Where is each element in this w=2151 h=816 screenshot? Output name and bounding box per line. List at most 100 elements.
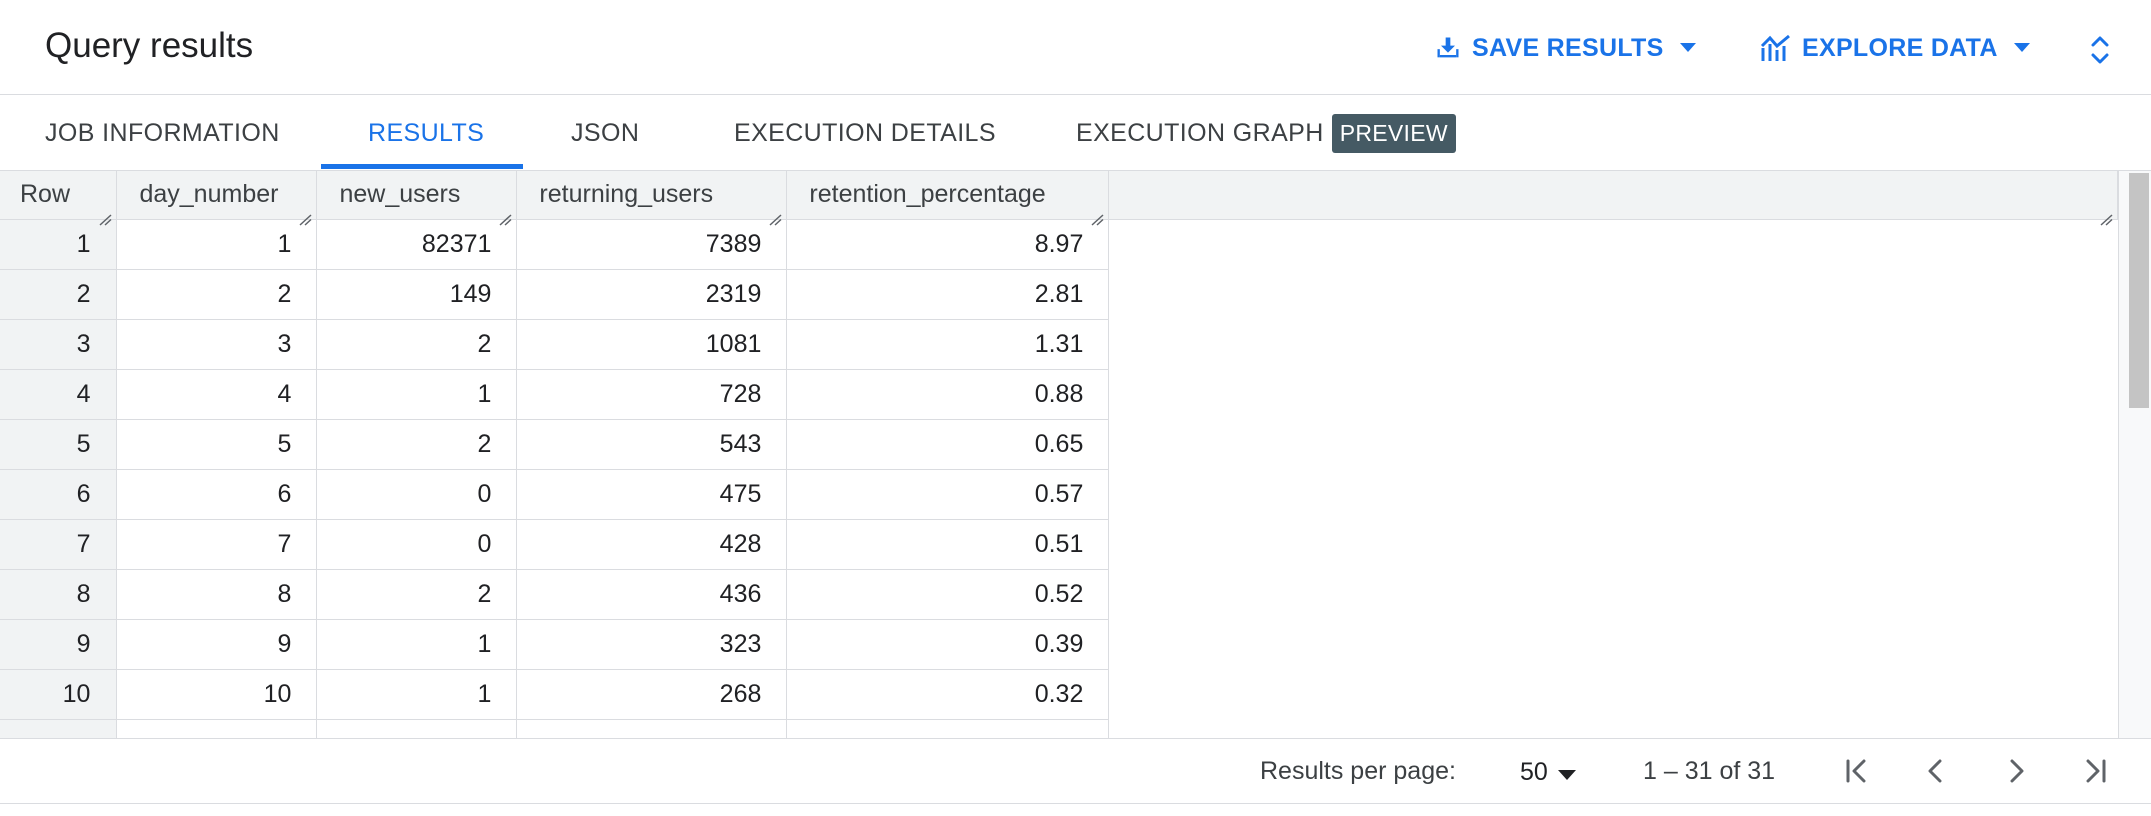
explore-data-button[interactable]: EXPLORE DATA (1760, 28, 2030, 68)
partial-cell (0, 719, 118, 738)
column-resize-icon[interactable] (98, 204, 112, 226)
partial-cell (116, 719, 318, 738)
cell-returning-users[interactable]: 728 (516, 369, 788, 420)
cell-returning-users[interactable]: 475 (516, 469, 788, 520)
cell-new-users[interactable]: 149 (316, 269, 518, 320)
chevron-right-icon[interactable] (1996, 751, 2036, 791)
column-resize-icon[interactable] (1090, 204, 1104, 226)
cell-retention-percentage[interactable]: 2.81 (786, 269, 1110, 320)
cell-returning-users[interactable]: 323 (516, 619, 788, 670)
cell-retention-percentage[interactable]: 1.31 (786, 319, 1110, 370)
explore-data-label: EXPLORE DATA (1802, 33, 1998, 62)
cell-retention-percentage[interactable]: 0.57 (786, 469, 1110, 520)
cell-day-number[interactable]: 9 (116, 619, 318, 670)
cell-retention-percentage[interactable]: 0.32 (786, 669, 1110, 720)
table-row[interactable]: 8 8 2 436 0.52 (0, 569, 2118, 620)
cell-day-number[interactable]: 5 (116, 419, 318, 470)
table-row[interactable]: 3 3 2 1081 1.31 (0, 319, 2118, 370)
cell-retention-percentage[interactable]: 0.51 (786, 519, 1110, 570)
cell-retention-percentage[interactable]: 0.39 (786, 619, 1110, 670)
cell-new-users[interactable]: 1 (316, 369, 518, 420)
table-header-row: Row day_number new_users returning_users ret… (0, 171, 2118, 226)
table-row[interactable]: 7 7 0 428 0.51 (0, 519, 2118, 570)
row-number-cell[interactable]: 6 (0, 469, 118, 520)
table-row[interactable]: 5 5 2 543 0.65 (0, 419, 2118, 470)
cell-new-users[interactable]: 2 (316, 419, 518, 470)
row-filler (1109, 269, 2118, 319)
cell-returning-users[interactable]: 2319 (516, 269, 788, 320)
cell-new-users[interactable]: 1 (316, 619, 518, 670)
column-header-new-users[interactable]: new_users (316, 171, 518, 226)
column-header-day-number[interactable]: day_number (116, 171, 318, 226)
table-row[interactable]: 6 6 0 475 0.57 (0, 469, 2118, 520)
column-header-row[interactable]: Row (0, 171, 118, 226)
results-grid[interactable]: Row day_number new_users returning_users ret… (0, 171, 2118, 738)
tab-execution-graph[interactable]: EXECUTION GRAPH PREVIEW (1076, 95, 1456, 171)
column-header-returning-users[interactable]: returning_users (516, 171, 788, 226)
column-header-retention-percentage[interactable]: retention_percentage (786, 171, 1110, 226)
results-per-page-select[interactable]: 50 (1520, 753, 1576, 791)
cell-day-number[interactable]: 2 (116, 269, 318, 320)
cell-day-number[interactable]: 10 (116, 669, 318, 720)
row-number-cell[interactable]: 4 (0, 369, 118, 420)
row-number-cell[interactable]: 7 (0, 519, 118, 570)
cell-day-number[interactable]: 8 (116, 569, 318, 620)
table-row[interactable]: 10 10 1 268 0.32 (0, 669, 2118, 720)
tab-results[interactable]: RESULTS (368, 95, 484, 171)
column-resize-icon[interactable] (498, 204, 512, 226)
chevron-left-icon[interactable] (1916, 751, 1956, 791)
cell-new-users[interactable]: 1 (316, 669, 518, 720)
row-number-cell[interactable]: 8 (0, 569, 118, 620)
cell-retention-percentage[interactable]: 0.88 (786, 369, 1110, 420)
column-resize-icon[interactable] (298, 204, 312, 226)
save-results-button[interactable]: SAVE RESULTS (1434, 28, 1696, 68)
cell-returning-users[interactable]: 1081 (516, 319, 788, 370)
tab-job-information[interactable]: JOB INFORMATION (45, 95, 280, 171)
row-number-cell[interactable]: 10 (0, 669, 118, 720)
cell-new-users[interactable]: 2 (316, 569, 518, 620)
cell-returning-users[interactable]: 7389 (516, 219, 788, 270)
cell-new-users[interactable]: 82371 (316, 219, 518, 270)
cell-returning-users[interactable]: 428 (516, 519, 788, 570)
cell-new-users[interactable]: 0 (316, 519, 518, 570)
row-number-cell[interactable]: 2 (0, 269, 118, 320)
table-row[interactable]: 2 2 149 2319 2.81 (0, 269, 2118, 320)
cell-retention-percentage[interactable]: 0.65 (786, 419, 1110, 470)
table-body: 1 1 82371 7389 8.97 2 2 149 2319 2.81 3 3 2 1081 1.31 4… (0, 219, 2118, 738)
results-per-page-label: Results per page: (1260, 757, 1456, 785)
caret-down-icon (1548, 758, 1576, 787)
column-header-label: new_users (339, 180, 461, 209)
cell-returning-users[interactable]: 543 (516, 419, 788, 470)
row-number-cell[interactable]: 9 (0, 619, 118, 670)
cell-day-number[interactable]: 7 (116, 519, 318, 570)
cell-new-users[interactable]: 2 (316, 319, 518, 370)
row-number-cell[interactable]: 1 (0, 219, 118, 270)
table-row[interactable]: 1 1 82371 7389 8.97 (0, 219, 2118, 270)
cell-day-number[interactable]: 1 (116, 219, 318, 270)
row-number-cell[interactable]: 3 (0, 319, 118, 370)
cell-retention-percentage[interactable]: 8.97 (786, 219, 1110, 270)
cell-new-users[interactable]: 0 (316, 469, 518, 520)
vertical-scrollbar-thumb[interactable] (2129, 173, 2149, 408)
tab-json[interactable]: JSON (571, 95, 639, 171)
table-row[interactable]: 4 4 1 728 0.88 (0, 369, 2118, 420)
first-page-icon[interactable] (1836, 751, 1876, 791)
cell-returning-users[interactable]: 436 (516, 569, 788, 620)
partial-cell (786, 719, 1110, 738)
insights-chart-icon (1760, 34, 1792, 62)
last-page-icon[interactable] (2076, 751, 2116, 791)
cell-returning-users[interactable]: 268 (516, 669, 788, 720)
cell-retention-percentage[interactable]: 0.52 (786, 569, 1110, 620)
column-resize-icon[interactable] (2099, 204, 2113, 226)
cell-day-number[interactable]: 3 (116, 319, 318, 370)
table-row[interactable]: 9 9 1 323 0.39 (0, 619, 2118, 670)
tab-execution-details[interactable]: EXECUTION DETAILS (734, 95, 996, 171)
row-filler (1109, 219, 2118, 269)
page-title: Query results (45, 26, 254, 65)
unfold-more-icon[interactable] (2085, 30, 2115, 70)
cell-day-number[interactable]: 4 (116, 369, 318, 420)
column-resize-icon[interactable] (768, 204, 782, 226)
cell-day-number[interactable]: 6 (116, 469, 318, 520)
row-number-cell[interactable]: 5 (0, 419, 118, 470)
column-header-label: returning_users (539, 180, 714, 209)
